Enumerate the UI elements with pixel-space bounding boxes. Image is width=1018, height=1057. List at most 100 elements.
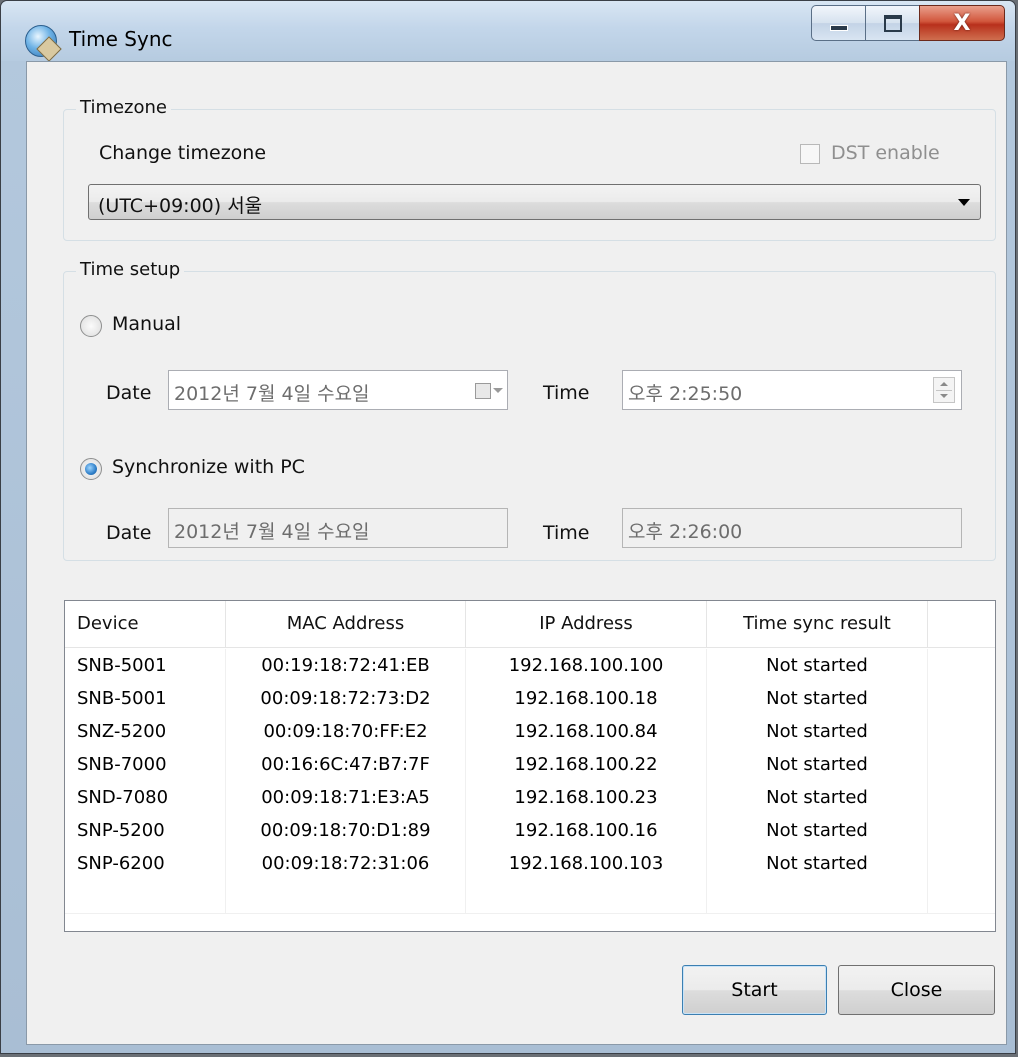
device-cell: SNP-5200 [65,814,226,847]
mac-cell: 00:09:18:72:73:D2 [226,682,466,715]
filler-cell [928,649,995,682]
ip-cell: 192.168.100.103 [466,847,707,880]
close-icon: X [953,10,971,36]
ip-cell: 192.168.100.100 [466,649,707,682]
sync-with-pc-radio[interactable] [80,458,102,480]
manual-radio[interactable] [80,315,102,337]
column-header-ip[interactable]: IP Address [466,601,707,647]
device-cell: SND-7080 [65,781,226,814]
window-title: Time Sync [69,27,173,51]
start-button[interactable]: Start [682,965,827,1015]
empty-cell [707,880,928,913]
sync-time-label: Time [543,522,590,544]
device-list[interactable]: Device MAC Address IP Address Time sync … [64,600,996,932]
mac-cell: 00:16:6C:47:B7:7F [226,748,466,781]
spinner-icon[interactable] [933,377,955,403]
mac-cell: 00:09:18:70:FF:E2 [226,715,466,748]
manual-time-value: 오후 2:25:50 [628,383,743,405]
mac-cell: 00:09:18:70:D1:89 [226,814,466,847]
empty-row [65,880,995,914]
column-header-mac[interactable]: MAC Address [226,601,466,647]
device-cell: SNZ-5200 [65,715,226,748]
column-header-device[interactable]: Device [65,601,226,647]
sync-date-label: Date [106,522,152,544]
dst-enable-checkbox[interactable] [800,144,820,164]
filler-cell [928,847,995,880]
filler-cell [928,814,995,847]
mac-cell: 00:09:18:71:E3:A5 [226,781,466,814]
result-cell: Not started [707,814,928,847]
time-setup-legend: Time setup [76,259,185,280]
ip-cell: 192.168.100.22 [466,748,707,781]
sync-with-pc-label: Synchronize with PC [112,456,305,478]
minimize-button[interactable] [811,5,865,41]
spin-up-icon[interactable] [940,382,948,386]
maximize-button[interactable] [865,5,919,41]
maximize-icon [883,14,902,32]
table-row[interactable]: SNP-5200 00:09:18:70:D1:89 192.168.100.1… [65,814,995,847]
filler-cell [928,682,995,715]
empty-cell [928,880,995,913]
change-timezone-label: Change timezone [99,142,267,164]
chevron-down-icon [958,199,970,206]
spin-down-icon[interactable] [940,394,948,398]
sync-time-value: 오후 2:26:00 [628,521,743,543]
result-cell: Not started [707,715,928,748]
ip-cell: 192.168.100.84 [466,715,707,748]
timezone-legend: Timezone [76,97,171,118]
mac-cell: 00:09:18:72:31:06 [226,847,466,880]
result-cell: Not started [707,847,928,880]
result-cell: Not started [707,649,928,682]
timezone-selected-value: (UTC+09:00) 서울 [98,195,263,217]
sync-time-field: 오후 2:26:00 [622,508,962,548]
filler-cell [928,715,995,748]
window-close-button[interactable]: X [919,5,1005,41]
empty-cell [226,880,466,913]
dialog-client-area: Timezone Change timezone DST enable (UTC… [26,61,1007,1045]
manual-date-picker[interactable]: 2012년 7월 4일 수요일 [168,370,508,410]
calendar-icon[interactable] [475,383,491,399]
device-cell: SNB-5001 [65,649,226,682]
title-bar[interactable]: Time Sync X [1,1,1015,61]
table-row[interactable]: SNB-5001 00:09:18:72:73:D2 192.168.100.1… [65,682,995,715]
manual-time-input[interactable]: 오후 2:25:50 [622,370,962,410]
ip-cell: 192.168.100.16 [466,814,707,847]
empty-cell [65,880,226,913]
close-button[interactable]: Close [838,965,995,1015]
filler-cell [928,781,995,814]
empty-cell [466,880,707,913]
time-setup-group: Time setup Manual Date 2012년 7월 4일 수요일 T… [63,259,996,561]
table-row[interactable]: SND-7080 00:09:18:71:E3:A5 192.168.100.2… [65,781,995,814]
device-cell: SNB-5001 [65,682,226,715]
device-cell: SNP-6200 [65,847,226,880]
sync-date-field: 2012년 7월 4일 수요일 [168,508,508,548]
minimize-icon [829,25,848,31]
time-sync-app-icon [25,25,57,57]
manual-date-label: Date [106,382,152,404]
column-header-result[interactable]: Time sync result [707,601,928,647]
dst-enable-label: DST enable [831,142,940,164]
ip-cell: 192.168.100.23 [466,781,707,814]
table-row[interactable]: SNP-6200 00:09:18:72:31:06 192.168.100.1… [65,847,995,880]
ip-cell: 192.168.100.18 [466,682,707,715]
timezone-group: Timezone Change timezone DST enable (UTC… [63,97,996,241]
result-cell: Not started [707,682,928,715]
sync-date-value: 2012년 7월 4일 수요일 [174,521,370,543]
table-row[interactable]: SNB-5001 00:19:18:72:41:EB 192.168.100.1… [65,649,995,682]
spin-divider [936,390,952,391]
chevron-down-icon [493,388,503,393]
mac-cell: 00:19:18:72:41:EB [226,649,466,682]
manual-time-label: Time [543,382,590,404]
column-header-filler [928,601,995,647]
caption-buttons: X [811,5,1005,41]
table-row[interactable]: SNB-7000 00:16:6C:47:B7:7F 192.168.100.2… [65,748,995,781]
table-row[interactable]: SNZ-5200 00:09:18:70:FF:E2 192.168.100.8… [65,715,995,748]
result-cell: Not started [707,748,928,781]
result-cell: Not started [707,781,928,814]
time-sync-window: Time Sync X Timezone Change timezone DST… [0,0,1016,1054]
manual-date-value: 2012년 7월 4일 수요일 [174,383,370,405]
device-cell: SNB-7000 [65,748,226,781]
device-list-header: Device MAC Address IP Address Time sync … [65,601,995,648]
timezone-select[interactable]: (UTC+09:00) 서울 [88,184,981,220]
manual-label: Manual [112,313,182,335]
